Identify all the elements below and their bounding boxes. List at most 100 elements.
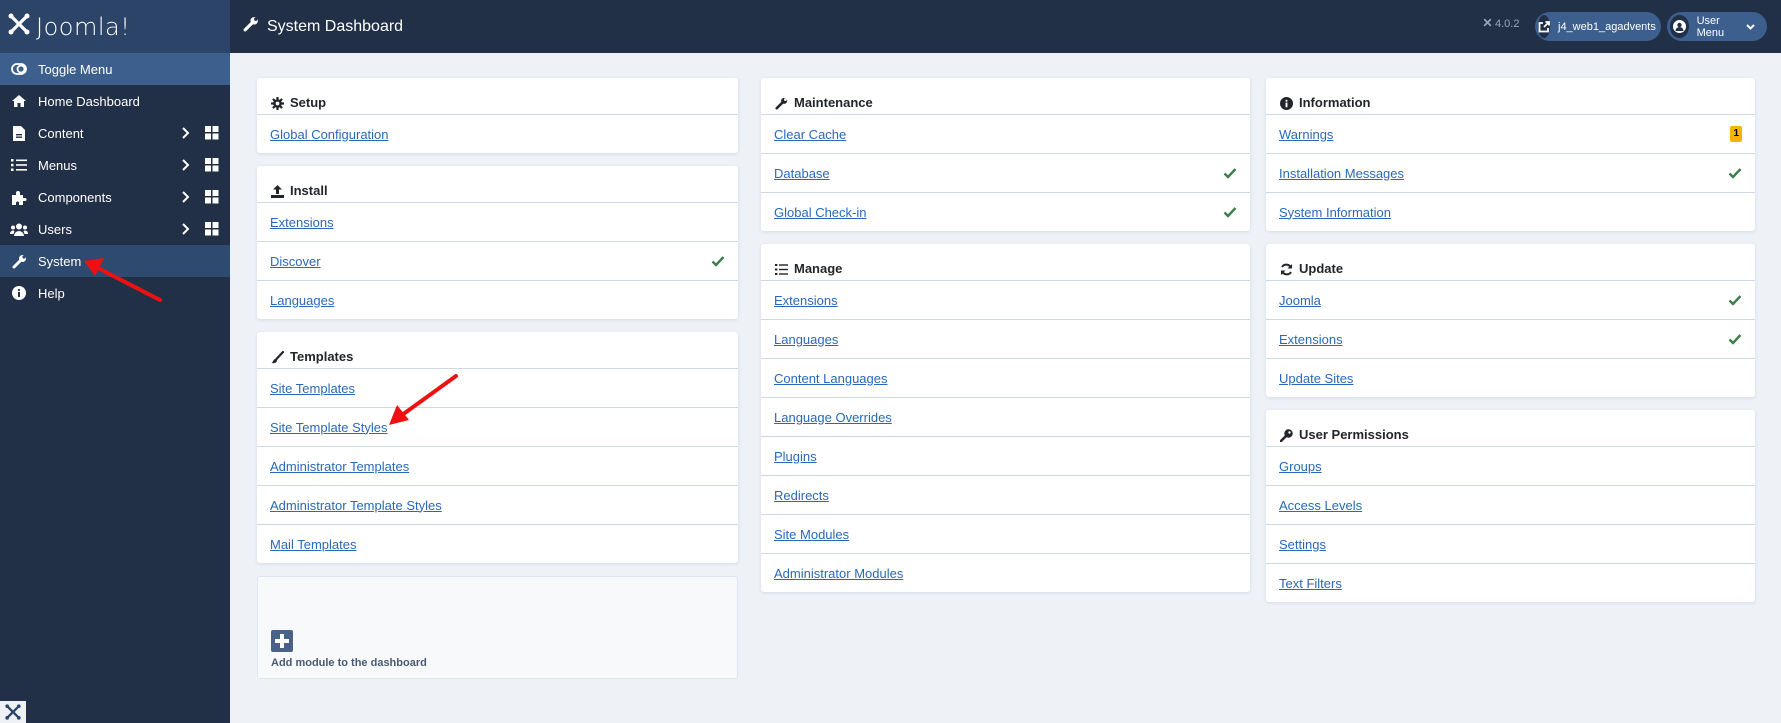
- chevron-down-icon: [1746, 23, 1755, 30]
- card-maintenance: Maintenance Clear Cache Database Global …: [761, 78, 1250, 231]
- list-item: Joomla: [1266, 280, 1755, 319]
- sidebar-item-label: Components: [38, 189, 112, 205]
- link-extensions[interactable]: Extensions: [270, 215, 334, 230]
- check-icon: [711, 254, 725, 268]
- brand-name: Joomla!: [36, 12, 131, 41]
- chevron-right-icon[interactable]: [178, 125, 194, 141]
- sidebar-item-label: Home Dashboard: [38, 93, 140, 109]
- dashboard-grid-icon[interactable]: [205, 158, 219, 172]
- sidebar-item-help[interactable]: Help: [0, 277, 230, 309]
- paintbrush-icon: [270, 350, 284, 364]
- chevron-right-icon[interactable]: [178, 221, 194, 237]
- card-header: Manage: [761, 244, 1250, 280]
- column-middle: Maintenance Clear Cache Database Global …: [761, 78, 1250, 605]
- sidebar-item-home-dashboard[interactable]: Home Dashboard: [0, 85, 230, 117]
- link-languages[interactable]: Languages: [774, 332, 838, 347]
- link-administrator-templates[interactable]: Administrator Templates: [270, 459, 409, 474]
- link-groups[interactable]: Groups: [1279, 459, 1322, 474]
- sidebar-item-users[interactable]: Users: [0, 213, 230, 245]
- check-icon: [1223, 205, 1237, 219]
- link-warnings[interactable]: Warnings: [1279, 127, 1333, 142]
- link-discover[interactable]: Discover: [270, 254, 321, 269]
- sidebar-item-label: Content: [38, 125, 84, 141]
- info-icon: [1279, 96, 1293, 110]
- link-languages[interactable]: Languages: [270, 293, 334, 308]
- link-extensions[interactable]: Extensions: [774, 293, 838, 308]
- card-header: Update: [1266, 244, 1755, 280]
- link-redirects[interactable]: Redirects: [774, 488, 829, 503]
- chevron-right-icon[interactable]: [178, 157, 194, 173]
- list-item: Content Languages: [761, 358, 1250, 397]
- add-module-card[interactable]: Add module to the dashboard: [257, 576, 738, 679]
- link-plugins[interactable]: Plugins: [774, 449, 817, 464]
- view-site-button[interactable]: j4_web1_agadvents: [1535, 12, 1661, 41]
- list-item: Database: [761, 153, 1250, 192]
- sidebar-item-label: Menus: [38, 157, 78, 173]
- card-title: Templates: [290, 349, 354, 364]
- card-install: Install Extensions Discover Languages: [257, 166, 738, 319]
- list-item: Administrator Template Styles: [257, 485, 738, 524]
- card-title: User Permissions: [1299, 427, 1409, 442]
- list-item: Language Overrides: [761, 397, 1250, 436]
- card-user-permissions: User Permissions Groups Access Levels Se…: [1266, 410, 1755, 602]
- card-header: Setup: [257, 78, 738, 114]
- list-item: Redirects: [761, 475, 1250, 514]
- link-site-templates[interactable]: Site Templates: [270, 381, 355, 396]
- link-installation-messages[interactable]: Installation Messages: [1279, 166, 1404, 181]
- link-text-filters[interactable]: Text Filters: [1279, 576, 1342, 591]
- check-icon: [1728, 332, 1742, 346]
- link-mail-templates[interactable]: Mail Templates: [270, 537, 356, 552]
- sidebar-item-label: Toggle Menu: [38, 61, 113, 77]
- card-header: Maintenance: [761, 78, 1250, 114]
- list-item: Access Levels: [1266, 485, 1755, 524]
- list-item: Site Template Styles: [257, 407, 738, 446]
- card-title: Setup: [290, 95, 327, 110]
- link-site-template-styles[interactable]: Site Template Styles: [270, 420, 388, 435]
- link-administrator-template-styles[interactable]: Administrator Template Styles: [270, 498, 442, 513]
- list-item: Warnings 1: [1266, 114, 1755, 153]
- card-information: Information Warnings 1 Installation Messa…: [1266, 78, 1755, 231]
- sidebar-item-content[interactable]: Content: [0, 117, 230, 149]
- wrench-icon: [243, 16, 267, 37]
- link-administrator-modules[interactable]: Administrator Modules: [774, 566, 903, 581]
- link-global-check-in[interactable]: Global Check-in: [774, 205, 867, 220]
- link-language-overrides[interactable]: Language Overrides: [774, 410, 892, 425]
- brand[interactable]: Joomla!: [0, 0, 230, 53]
- chevron-right-icon[interactable]: [178, 189, 194, 205]
- link-joomla-update[interactable]: Joomla: [1279, 293, 1321, 308]
- sidebar-item-system[interactable]: System: [0, 245, 230, 277]
- link-site-modules[interactable]: Site Modules: [774, 527, 849, 542]
- external-link-icon: [1538, 15, 1550, 38]
- link-extensions-update[interactable]: Extensions: [1279, 332, 1343, 347]
- sidebar: Joomla! Toggle Menu Home Dashboard Conte…: [0, 0, 230, 723]
- sidebar-item-components[interactable]: Components: [0, 181, 230, 213]
- sidebar-item-label: Users: [38, 221, 72, 237]
- puzzle-icon: [10, 188, 28, 206]
- user-menu-button[interactable]: User Menu: [1667, 12, 1767, 41]
- sidebar-item-menus[interactable]: Menus: [0, 149, 230, 181]
- card-title: Install: [290, 183, 328, 198]
- check-icon: [1223, 166, 1237, 180]
- link-access-levels[interactable]: Access Levels: [1279, 498, 1362, 513]
- list-item: Extensions: [1266, 319, 1755, 358]
- link-system-information[interactable]: System Information: [1279, 205, 1391, 220]
- list-item: Global Check-in: [761, 192, 1250, 231]
- user-menu-label: User Menu: [1696, 14, 1725, 39]
- user-icon: [1670, 15, 1689, 38]
- users-icon: [10, 220, 28, 238]
- link-update-sites[interactable]: Update Sites: [1279, 371, 1353, 386]
- dashboard-grid-icon[interactable]: [205, 190, 219, 204]
- link-settings[interactable]: Settings: [1279, 537, 1326, 552]
- link-global-configuration[interactable]: Global Configuration: [270, 127, 389, 142]
- link-database[interactable]: Database: [774, 166, 830, 181]
- link-clear-cache[interactable]: Clear Cache: [774, 127, 846, 142]
- card-setup: Setup Global Configuration: [257, 78, 738, 153]
- link-content-languages[interactable]: Content Languages: [774, 371, 887, 386]
- plus-square-icon: [271, 630, 293, 652]
- dashboard-grid-icon[interactable]: [205, 126, 219, 140]
- check-icon: [1728, 166, 1742, 180]
- dashboard-grid-icon[interactable]: [205, 222, 219, 236]
- key-icon: [1279, 428, 1293, 442]
- joomla-logo-icon: [8, 13, 30, 40]
- sidebar-item-toggle-menu[interactable]: Toggle Menu: [0, 53, 230, 85]
